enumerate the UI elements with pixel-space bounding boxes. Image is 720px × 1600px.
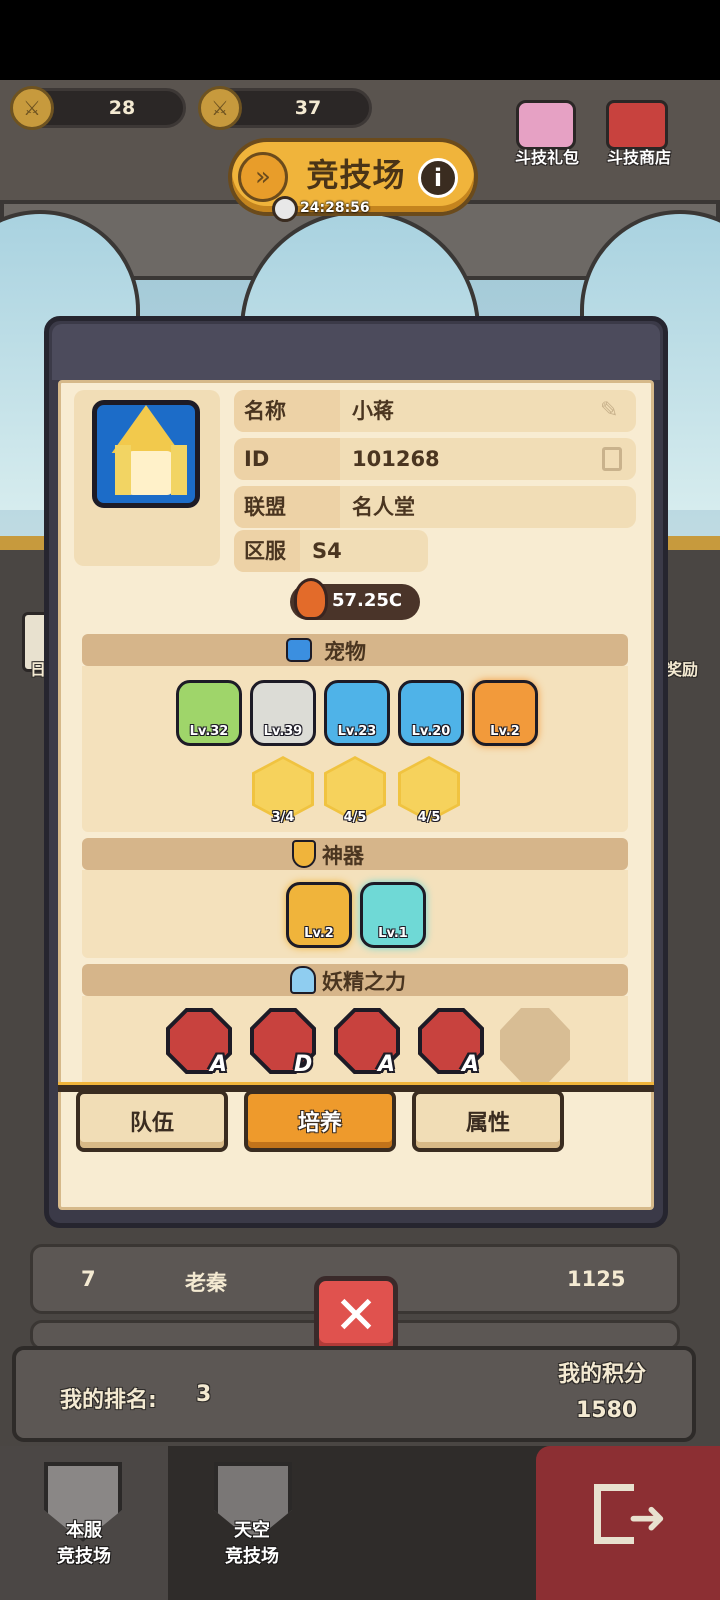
player-server: S4 <box>312 539 342 563</box>
artifact-slot-1[interactable]: Lv.2 <box>286 882 352 948</box>
my-rank-label: 我的排名: <box>60 1388 157 1413</box>
fairy-grade: A <box>462 1052 480 1077</box>
arena-shop-icon[interactable] <box>606 100 668 150</box>
modal-header <box>52 324 660 380</box>
pet-level: Lv.2 <box>490 724 520 739</box>
name-label: 名称 <box>244 399 286 423</box>
ranking-row-score: 1125 <box>567 1267 626 1291</box>
server-row: 区服 S4 <box>234 530 428 572</box>
pet-shard-progress: 3/4 <box>271 810 295 825</box>
fairy-grade: D <box>294 1052 313 1077</box>
combat-power-value: 57.25C <box>332 590 403 611</box>
close-button[interactable]: ✕ <box>314 1276 398 1356</box>
pet-section-icon <box>286 638 312 662</box>
player-alliance: 名人堂 <box>352 495 415 519</box>
pet-slot-3[interactable]: Lv.23 <box>324 680 390 746</box>
alliance-row: 联盟 名人堂 <box>234 486 636 528</box>
nav-sky-label-2: 竞技场 <box>225 1546 279 1567</box>
player-id: 101268 <box>352 447 440 471</box>
gift-pack-icon[interactable] <box>516 100 576 150</box>
tab-train[interactable]: 培养 <box>244 1090 396 1152</box>
reward-label[interactable]: 奖励 <box>666 656 698 680</box>
pet-slot-2[interactable]: Lv.39 <box>250 680 316 746</box>
pet-slot-5[interactable]: Lv.2 <box>472 680 538 746</box>
artifact-section-icon <box>292 840 316 868</box>
fairy-section-title: 妖精之力 <box>322 970 406 994</box>
pet-slot-1[interactable]: Lv.32 <box>176 680 242 746</box>
edit-icon[interactable]: ✎ <box>600 399 624 423</box>
artifact-level: Lv.1 <box>378 926 408 941</box>
exit-arrow-icon: ➜ <box>628 1490 667 1544</box>
pet-shard-progress: 4/5 <box>343 810 367 825</box>
fairy-grade: A <box>378 1052 396 1077</box>
my-rank-value: 3 <box>196 1382 212 1407</box>
pet-level: Lv.23 <box>337 724 377 739</box>
arena-medal-icon: ⚔ <box>10 86 54 130</box>
tab-attributes[interactable]: 属性 <box>412 1090 564 1152</box>
profile-scroll-area[interactable]: 名称 小蒋 ✎ ID 101268 联盟 名人堂 区服 S4 57.25C 宠物… <box>58 382 654 1087</box>
pet-level: Lv.20 <box>411 724 451 739</box>
pet-level: Lv.32 <box>189 724 229 739</box>
artifacts-section-title: 神器 <box>322 844 364 868</box>
fairy-wing-icon <box>290 966 316 994</box>
fairy-grade: A <box>210 1052 228 1077</box>
currency-ticket-value: 37 <box>294 97 322 119</box>
id-row: ID 101268 <box>234 438 636 480</box>
my-score-label: 我的积分 <box>558 1362 647 1387</box>
player-name: 小蒋 <box>352 399 394 423</box>
currency-medal-value: 28 <box>108 97 136 119</box>
arena-ticket-icon: ⚔ <box>198 86 242 130</box>
gift-pack-label[interactable]: 斗技礼包 <box>502 144 592 168</box>
ranking-row-name: 老秦 <box>185 1271 227 1295</box>
pet-shard-progress: 4/5 <box>417 810 441 825</box>
artifact-level: Lv.2 <box>304 926 334 941</box>
season-timer: 24:28:56 <box>300 200 370 216</box>
status-bar <box>0 0 720 80</box>
copy-icon[interactable] <box>602 447 622 471</box>
player-avatar[interactable] <box>92 400 200 508</box>
clock-icon <box>272 196 298 222</box>
nav-local-label-2: 竞技场 <box>57 1546 111 1567</box>
pet-slot-4[interactable]: Lv.20 <box>398 680 464 746</box>
id-label: ID <box>244 447 270 471</box>
nav-sky-arena[interactable]: 天空 竞技场 <box>170 1446 334 1600</box>
name-row: 名称 小蒋 ✎ <box>234 390 636 432</box>
flame-power-icon <box>294 578 328 620</box>
artifacts-section-body <box>82 870 628 958</box>
ranking-row-rank: 7 <box>81 1267 96 1291</box>
pet-level: Lv.39 <box>263 724 303 739</box>
alliance-label: 联盟 <box>244 495 286 519</box>
nav-local-label-1: 本服 <box>66 1520 102 1541</box>
server-label: 区服 <box>244 539 286 563</box>
arena-emblem-icon: » <box>238 152 288 202</box>
my-score-value: 1580 <box>576 1398 638 1423</box>
close-icon: ✕ <box>334 1286 378 1346</box>
artifact-slot-2[interactable]: Lv.1 <box>360 882 426 948</box>
exit-button[interactable]: ➜ <box>536 1446 720 1600</box>
nav-sky-label-1: 天空 <box>234 1520 270 1541</box>
arena-title: 竞技场 <box>306 156 406 194</box>
info-icon[interactable]: i <box>418 158 458 198</box>
pets-section-title: 宠物 <box>324 640 366 664</box>
tab-team[interactable]: 队伍 <box>76 1090 228 1152</box>
arena-shop-label[interactable]: 斗技商店 <box>594 144 684 168</box>
nav-local-arena[interactable]: 本服 竞技场 <box>0 1446 168 1600</box>
